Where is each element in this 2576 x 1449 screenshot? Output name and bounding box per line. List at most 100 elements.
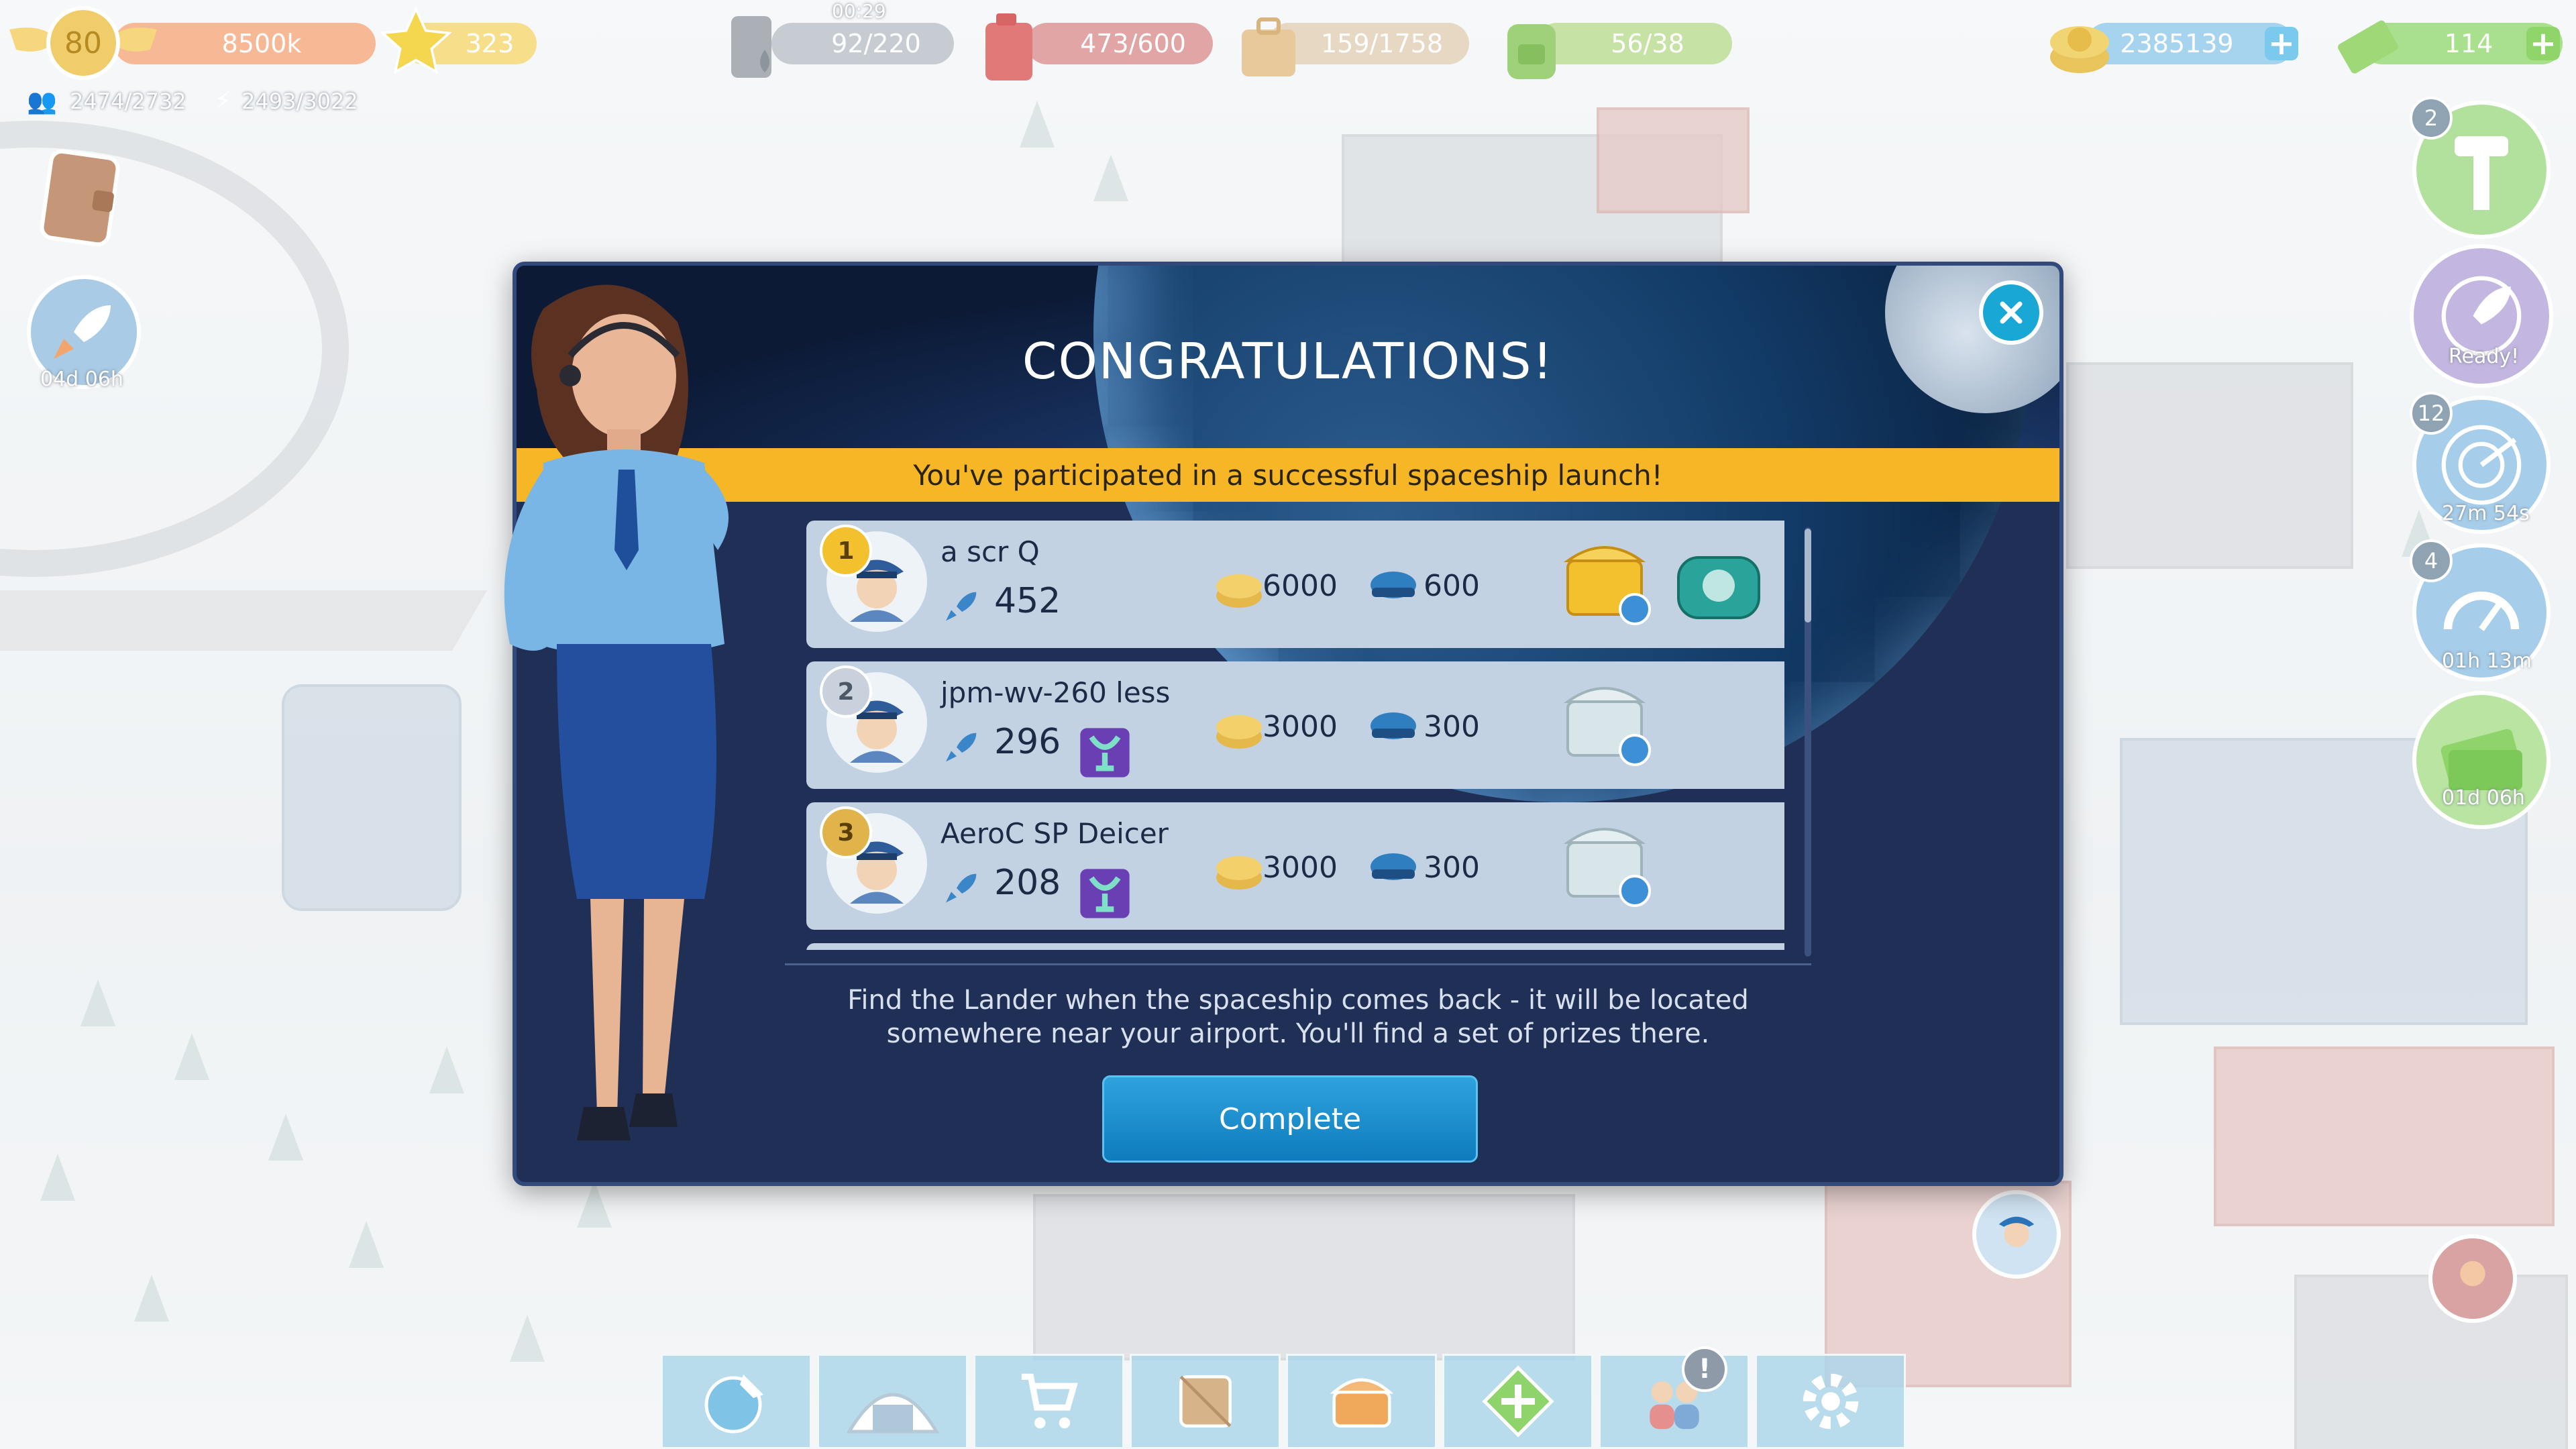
coins-value: 2385139 bbox=[2120, 29, 2234, 58]
leaderboard-row: 2 jpm-wv-260 less 296 3000 300 bbox=[806, 661, 1784, 789]
coin-reward: 3000 bbox=[1263, 851, 1338, 885]
player-score: 452 bbox=[994, 581, 1061, 621]
rocket-icon bbox=[946, 592, 977, 621]
gas-bar[interactable]: 473/600 bbox=[1026, 23, 1213, 64]
leaderboard-list[interactable]: 1 a scr Q 452 6000 600 2 jpm-wv-260 less… bbox=[785, 521, 1784, 950]
xp-value: 8500k bbox=[221, 29, 302, 58]
bronze-medal-icon: 3 bbox=[820, 806, 872, 859]
pilot-avatar: 2 bbox=[820, 665, 927, 773]
friend-avatar-button[interactable] bbox=[2428, 1234, 2517, 1323]
radar-badge: 12 bbox=[2410, 392, 2453, 435]
settings-gear-icon bbox=[1803, 1373, 1858, 1430]
radar-timer: 27m 54s bbox=[2442, 502, 2530, 525]
coins-icon bbox=[1216, 715, 1262, 749]
backpack-value: 56/38 bbox=[1611, 29, 1684, 58]
speed-gauge-icon bbox=[2443, 591, 2520, 631]
hangar-button[interactable] bbox=[817, 1354, 968, 1449]
leaderboard-row bbox=[806, 943, 1784, 950]
shop-cart-icon bbox=[1021, 1373, 1078, 1429]
rocket-icon bbox=[946, 733, 977, 762]
divider bbox=[785, 963, 1811, 965]
alert-badge: ! bbox=[1682, 1346, 1727, 1392]
backpack-icon bbox=[1495, 9, 1568, 83]
rocket-icon bbox=[54, 305, 111, 359]
staff-button[interactable]: ! bbox=[1599, 1346, 1750, 1449]
coins-icon bbox=[1216, 856, 1262, 890]
gas-can-icon bbox=[977, 9, 1044, 83]
hat-reward: 300 bbox=[1424, 851, 1480, 885]
rocket-timer: 04d 06h bbox=[40, 368, 123, 391]
tower-badge: 2 bbox=[2410, 97, 2453, 140]
description-line: somewhere near your airport. You'll find… bbox=[886, 1018, 1710, 1049]
close-icon bbox=[2000, 301, 2023, 324]
trophy-cup-icon bbox=[1080, 869, 1130, 918]
leaderboard-row: 3 AeroC SP Deicer 208 3000 300 bbox=[806, 802, 1784, 930]
pilot-avatar-button[interactable] bbox=[1972, 1190, 2061, 1279]
player-name: jpm-wv-260 less bbox=[941, 676, 1171, 709]
pilot-hat-icon bbox=[1371, 712, 1416, 739]
settings-button[interactable] bbox=[1755, 1354, 1906, 1449]
radar-icon bbox=[2441, 425, 2522, 505]
world-map-button[interactable] bbox=[661, 1354, 812, 1449]
coin-reward: 6000 bbox=[1263, 569, 1338, 603]
player-score: 296 bbox=[994, 722, 1061, 762]
pilot-avatar: 1 bbox=[820, 525, 927, 632]
warehouse-button[interactable] bbox=[1130, 1354, 1281, 1449]
gold-medal-icon: 1 bbox=[820, 525, 872, 577]
level-value: 80 bbox=[64, 25, 102, 60]
coins-stack-icon bbox=[2039, 7, 2120, 87]
star-icon bbox=[376, 3, 456, 83]
player-score: 208 bbox=[994, 863, 1061, 903]
globe-plane-icon bbox=[704, 1375, 763, 1434]
cargo-value: 159/1758 bbox=[1320, 29, 1444, 58]
ready-label: Ready! bbox=[2449, 345, 2520, 368]
hangar-icon bbox=[846, 1393, 939, 1434]
fuel-timer: 00:29 bbox=[832, 0, 886, 22]
money-timer: 01d 06h bbox=[2442, 786, 2525, 810]
hat-reward: 300 bbox=[1424, 710, 1480, 744]
level-wings-icon[interactable]: 80 bbox=[3, 3, 164, 83]
control-tower-icon bbox=[2455, 136, 2508, 210]
player-name: AeroC SP Deicer bbox=[941, 817, 1169, 850]
expand-territory-button[interactable] bbox=[1442, 1354, 1593, 1449]
lander-description: Find the Lander when the spaceship comes… bbox=[785, 983, 1811, 1051]
cash-value: 114 bbox=[2444, 29, 2493, 58]
coins-icon bbox=[1216, 574, 1262, 608]
pilot-avatar: 3 bbox=[820, 806, 927, 914]
player-name: a scr Q bbox=[941, 535, 1040, 568]
trophy-cup-icon bbox=[1080, 728, 1130, 777]
teal-capsule-icon bbox=[1677, 556, 1760, 619]
rocket-icon bbox=[946, 873, 977, 903]
cash-bills-icon bbox=[2328, 7, 2408, 87]
wallet-button[interactable] bbox=[34, 148, 127, 248]
wallet-icon bbox=[40, 149, 120, 247]
treasure-button[interactable] bbox=[1286, 1354, 1437, 1449]
passengers-icon: 👥 bbox=[27, 88, 57, 115]
pilot-hat-icon bbox=[1371, 853, 1416, 880]
description-line: Find the Lander when the spaceship comes… bbox=[847, 985, 1749, 1016]
complete-button[interactable]: Complete bbox=[1102, 1075, 1478, 1163]
pilot-hat-icon bbox=[1371, 572, 1416, 598]
flight-attendant-character bbox=[504, 284, 729, 1140]
pilot-icon bbox=[1998, 1216, 2035, 1247]
silver-medal-icon: 2 bbox=[820, 665, 872, 718]
passengers-value: 2474/2732 bbox=[70, 89, 186, 114]
gauge-timer: 01h 13m bbox=[2442, 649, 2532, 673]
shop-button[interactable] bbox=[973, 1354, 1124, 1449]
crate-icon bbox=[1179, 1375, 1232, 1428]
coin-reward: 3000 bbox=[1263, 710, 1338, 744]
gas-value: 473/600 bbox=[1080, 29, 1186, 58]
gold-chest-icon bbox=[1563, 546, 1651, 625]
suitcase-icon bbox=[1232, 9, 1305, 83]
buy-coins-button[interactable]: + bbox=[2265, 25, 2298, 62]
leaderboard-row: 1 a scr Q 452 6000 600 bbox=[806, 521, 1784, 648]
fuel-value: 92/220 bbox=[831, 29, 921, 58]
buy-cash-button[interactable]: + bbox=[2526, 25, 2560, 62]
banner-text: You've participated in a successful spac… bbox=[913, 458, 1663, 492]
stars-value: 323 bbox=[465, 29, 515, 58]
fuel-bar[interactable]: 92/220 bbox=[771, 23, 954, 64]
treasure-chest-icon bbox=[1330, 1378, 1393, 1428]
power-value: 2493/3022 bbox=[241, 89, 358, 114]
scrollbar-thumb[interactable] bbox=[1805, 529, 1811, 623]
fuel-barrel-icon bbox=[718, 9, 792, 83]
